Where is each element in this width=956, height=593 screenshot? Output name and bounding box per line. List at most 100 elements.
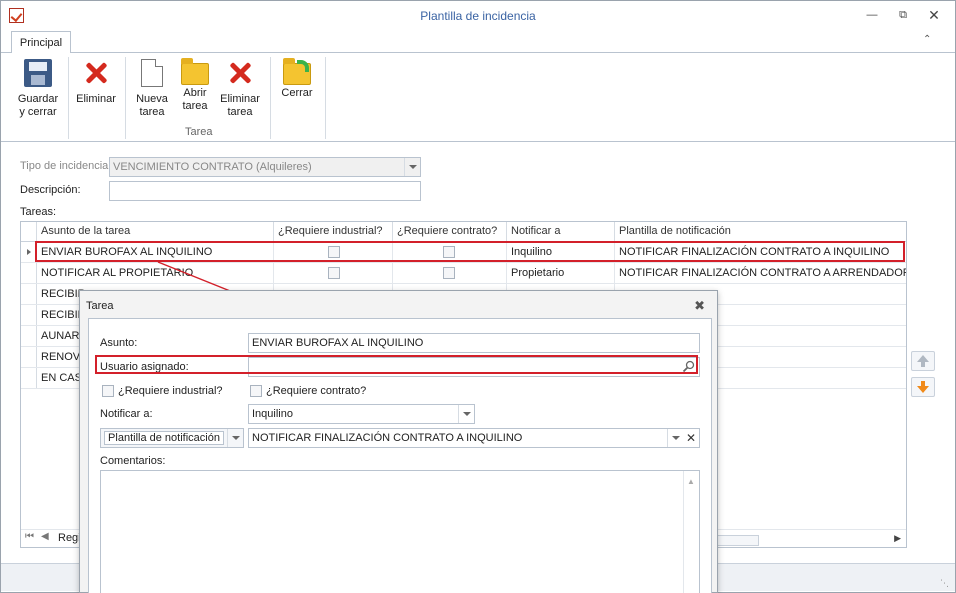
tipo-incidencia-label: Tipo de incidencia <box>20 160 109 172</box>
green-arrow-icon <box>297 60 309 72</box>
ribbon-separator <box>125 57 126 139</box>
horizontal-scrollbar[interactable]: ▶ <box>717 533 905 547</box>
cell-asunto: NOTIFICAR AL PROPIETARIO <box>37 263 274 283</box>
abrir-label-2: tarea <box>182 100 208 112</box>
notificar-dropdown-icon[interactable] <box>458 405 474 423</box>
grid-header-indicator <box>21 222 37 242</box>
title-bar: Plantilla de incidencia — ⧉ ✕ <box>1 1 955 31</box>
move-up-button[interactable] <box>911 351 935 371</box>
row-indicator <box>21 263 37 283</box>
prev-record-icon[interactable]: ◀ <box>41 531 49 542</box>
ribbon-separator <box>270 57 271 139</box>
cell-notificar: Inquilino <box>507 242 615 262</box>
row-indicator <box>21 305 37 325</box>
contrato-checkbox[interactable] <box>443 246 455 258</box>
descripcion-input[interactable] <box>109 181 421 201</box>
plantilla-select[interactable]: NOTIFICAR FINALIZACIÓN CONTRATO A INQUIL… <box>248 428 700 448</box>
plantilla-dropdown-icon[interactable] <box>227 429 243 447</box>
nueva-tarea-button[interactable]: Nueva tarea <box>132 59 172 119</box>
usuario-asignado-input[interactable] <box>248 357 700 377</box>
descripcion-label: Descripción: <box>20 184 81 196</box>
eliminar-tarea-label-1: Eliminar <box>220 93 260 105</box>
plantilla-notificacion-button[interactable]: Plantilla de notificación <box>104 431 224 445</box>
comentarios-scrollbar[interactable]: ▲ <box>683 471 699 593</box>
ribbon: Guardar y cerrar Eliminar Nueva tarea Ab… <box>1 53 955 142</box>
search-icon[interactable] <box>682 360 696 374</box>
row-indicator <box>21 347 37 367</box>
restore-icon[interactable]: ⧉ <box>894 7 912 23</box>
group-label-tarea: Tarea <box>185 126 213 138</box>
industrial-checkbox[interactable] <box>328 267 340 279</box>
ribbon-tabstrip: Principal ⌃ <box>1 31 955 54</box>
delete-task-x-icon <box>226 59 254 87</box>
cell-asunto: ENVIAR BUROFAX AL INQUILINO <box>37 242 274 262</box>
cerrar-label: Cerrar <box>281 87 313 99</box>
grid-header: Asunto de la tarea ¿Requiere industrial?… <box>21 222 906 242</box>
col-asunto[interactable]: Asunto de la tarea <box>37 222 274 242</box>
close-folder-icon <box>283 58 311 85</box>
clear-icon[interactable]: ✕ <box>686 429 696 447</box>
abrir-tarea-button[interactable]: Abrir tarea <box>176 58 214 113</box>
eliminar-button[interactable]: Eliminar <box>75 59 117 106</box>
notificar-a-select[interactable]: Inquilino <box>248 404 475 424</box>
guardar-label-2: y cerrar <box>19 106 57 118</box>
scroll-right-icon[interactable]: ▶ <box>894 533 901 544</box>
requiere-contrato-checkbox[interactable] <box>250 385 262 397</box>
cell-contrato <box>393 263 507 283</box>
plantilla-value-dropdown-icon[interactable] <box>667 429 683 447</box>
arrow-up-icon <box>917 355 929 367</box>
table-row[interactable]: ENVIAR BUROFAX AL INQUILINO Inquilino NO… <box>21 242 906 263</box>
tab-principal[interactable]: Principal <box>11 31 71 54</box>
contrato-checkbox[interactable] <box>443 267 455 279</box>
comentarios-label: Comentarios: <box>100 455 166 467</box>
first-record-icon[interactable]: ⏮ <box>25 531 34 542</box>
usuario-asignado-label: Usuario asignado: <box>100 361 189 373</box>
col-notificar-a[interactable]: Notificar a <box>507 222 615 242</box>
eliminar-tarea-button[interactable]: Eliminar tarea <box>218 59 262 119</box>
eliminar-tarea-label-2: tarea <box>227 106 253 118</box>
tarea-dialog: Tarea ✖ Asunto: ENVIAR BUROFAX AL INQUIL… <box>79 290 718 593</box>
dialog-close-icon[interactable]: ✖ <box>694 298 705 314</box>
cell-plantilla: NOTIFICAR FINALIZACIÓN CONTRATO A INQUIL… <box>619 246 890 258</box>
plantilla-notificacion-split-button[interactable]: Plantilla de notificación <box>100 428 244 448</box>
cell-contrato <box>393 242 507 262</box>
new-document-icon <box>141 59 163 87</box>
requiere-industrial-checkbox[interactable] <box>102 385 114 397</box>
requiere-industrial-label: ¿Requiere industrial? <box>118 385 223 397</box>
abrir-label-1: Abrir <box>183 87 207 99</box>
plantilla-value: NOTIFICAR FINALIZACIÓN CONTRATO A INQUIL… <box>252 432 523 444</box>
eliminar-label: Eliminar <box>76 93 116 105</box>
move-down-button[interactable] <box>911 377 935 397</box>
delete-x-icon <box>82 59 110 87</box>
arrow-down-icon <box>917 381 929 393</box>
record-label: Regi <box>58 532 81 544</box>
cerrar-button[interactable]: Cerrar <box>277 58 317 100</box>
table-row[interactable]: NOTIFICAR AL PROPIETARIO Propietario NOT… <box>21 263 906 284</box>
scroll-thumb[interactable] <box>717 535 759 546</box>
close-icon[interactable]: ✕ <box>925 7 943 23</box>
tareas-label: Tareas: <box>20 206 57 218</box>
col-requiere-contrato[interactable]: ¿Requiere contrato? <box>393 222 507 242</box>
row-pointer-icon <box>27 249 31 255</box>
row-indicator <box>21 284 37 304</box>
col-requiere-industrial[interactable]: ¿Requiere industrial? <box>274 222 393 242</box>
col-plantilla[interactable]: Plantilla de notificación <box>615 222 906 242</box>
comentarios-textarea[interactable]: ▲ <box>100 470 700 593</box>
guardar-y-cerrar-button[interactable]: Guardar y cerrar <box>15 59 61 119</box>
tipo-incidencia-value: VENCIMIENTO CONTRATO (Alquileres) <box>113 161 312 173</box>
tipo-incidencia-field: VENCIMIENTO CONTRATO (Alquileres) <box>109 157 421 177</box>
minimize-icon[interactable]: — <box>863 7 881 23</box>
cell-plantilla: NOTIFICAR FINALIZACIÓN CONTRATO A ARREND… <box>619 267 906 279</box>
tipo-dropdown-icon <box>404 158 420 176</box>
resize-grip-icon[interactable]: ⋱ <box>940 578 949 589</box>
cell-notificar: Propietario <box>507 263 615 283</box>
requiere-contrato-label: ¿Requiere contrato? <box>266 385 367 397</box>
cell-industrial <box>274 263 393 283</box>
scroll-up-icon[interactable]: ▲ <box>687 473 695 491</box>
industrial-checkbox[interactable] <box>328 246 340 258</box>
save-disk-icon <box>24 59 52 87</box>
asunto-input[interactable]: ENVIAR BUROFAX AL INQUILINO <box>248 333 700 353</box>
collapse-ribbon-icon[interactable]: ⌃ <box>923 34 935 46</box>
asunto-label: Asunto: <box>100 337 138 349</box>
ribbon-separator <box>325 57 326 139</box>
